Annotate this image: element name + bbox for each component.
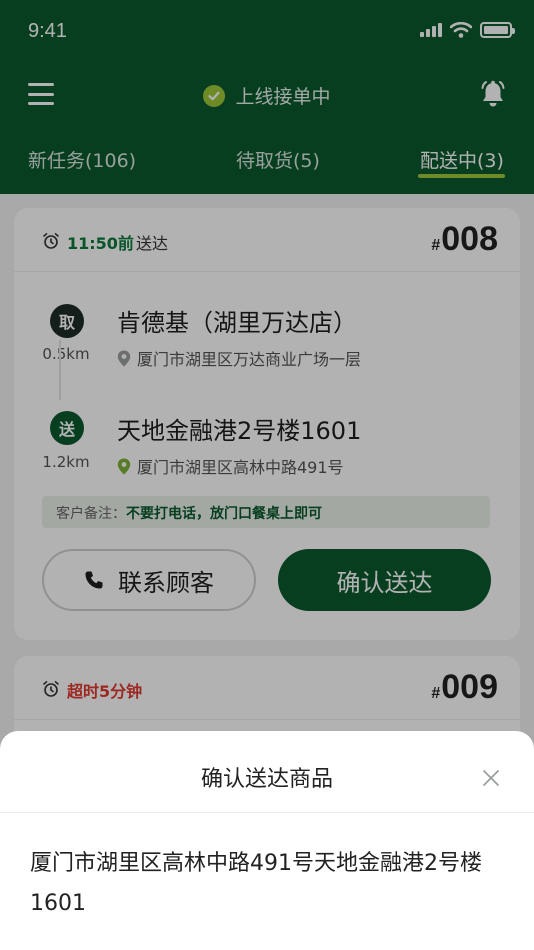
sheet-delivery-address: 厦门市湖里区高林中路491号天地金融港2号楼1601 [30, 851, 482, 916]
sheet-header: 确认送达商品 [0, 731, 534, 813]
close-icon[interactable] [482, 769, 500, 787]
confirm-delivery-sheet: 确认送达商品 厦门市湖里区高林中路491号天地金融港2号楼1601 [0, 731, 534, 950]
sheet-title: 确认送达商品 [200, 767, 333, 792]
